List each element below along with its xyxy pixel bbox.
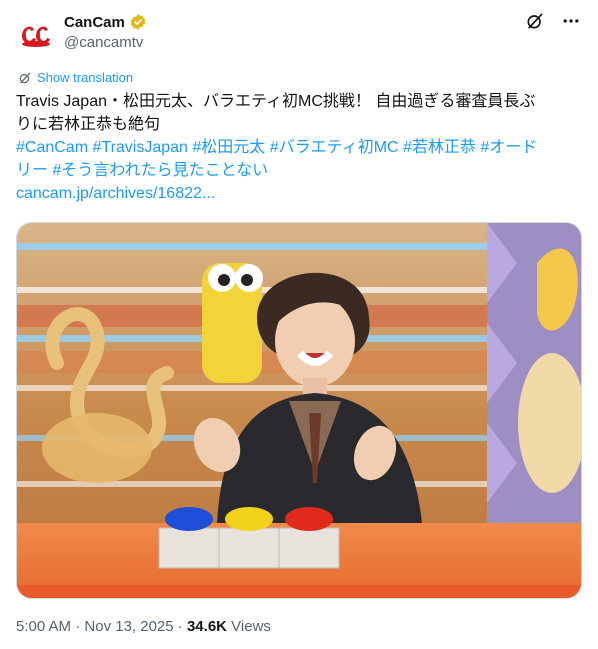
meta-separator: · [177, 618, 187, 635]
tweet-photo[interactable] [16, 222, 582, 599]
hashtag-sou-iwaretara[interactable]: #そう言われたら見たことない [52, 162, 268, 179]
tweet-date[interactable]: Nov 13, 2025 [84, 618, 173, 635]
show-translation-label[interactable]: Show translation [37, 70, 133, 85]
tweet-text-line-1: Travis Japan・松田元太、バラエティ初MC挑戦！ 自由過ぎる審査員長ぶ [16, 93, 536, 110]
hashtag-cancam[interactable]: #CanCam [16, 139, 88, 156]
views-count: 34.6K [186, 618, 227, 635]
tweet-header: CanCam @cancamtv [16, 10, 582, 54]
buzzer-buttons [158, 507, 340, 569]
meta-separator: · [75, 618, 85, 635]
views-label: Views [231, 618, 271, 635]
photo-illustration [17, 223, 581, 598]
display-name[interactable]: CanCam [64, 12, 147, 32]
handle[interactable]: @cancamtv [64, 34, 147, 51]
cancam-logo [17, 15, 55, 53]
hashtag-audrey-part2[interactable]: リー [16, 162, 48, 179]
more-icon[interactable] [560, 10, 582, 32]
tweet-text: Travis Japan・松田元太、バラエティ初MC挑戦！ 自由過ぎる審査員長ぶ… [16, 90, 584, 205]
hashtag-wakabayashi[interactable]: #若林正恭 [403, 139, 476, 156]
hashtags-line-2: リー #そう言われたら見たことない [16, 159, 584, 182]
verified-badge-icon[interactable] [129, 13, 147, 31]
tweet-meta: 5:00 AM · Nov 13, 2025 · 34.6K Views [16, 618, 271, 635]
grok-icon[interactable] [524, 10, 546, 32]
show-translation-button[interactable]: Show translation [18, 70, 133, 85]
hashtag-matsuda-genta[interactable]: #松田元太 [192, 139, 265, 156]
hashtag-audrey-part1[interactable]: #オード [480, 139, 537, 156]
display-name-text[interactable]: CanCam [64, 14, 125, 31]
hashtag-variety-first-mc[interactable]: #バラエティ初MC [270, 139, 399, 156]
tweet-text-line-2: りに若林正恭も絶句 [16, 116, 161, 133]
hashtags-line-1: #CanCam #TravisJapan #松田元太 #バラエティ初MC #若林… [16, 136, 584, 159]
tweet-time[interactable]: 5:00 AM [16, 618, 71, 635]
translate-icon [19, 72, 31, 83]
avatar[interactable] [16, 14, 56, 54]
article-link[interactable]: cancam.jp/archives/16822... [16, 182, 584, 205]
hashtag-travisjapan[interactable]: #TravisJapan [92, 139, 187, 156]
